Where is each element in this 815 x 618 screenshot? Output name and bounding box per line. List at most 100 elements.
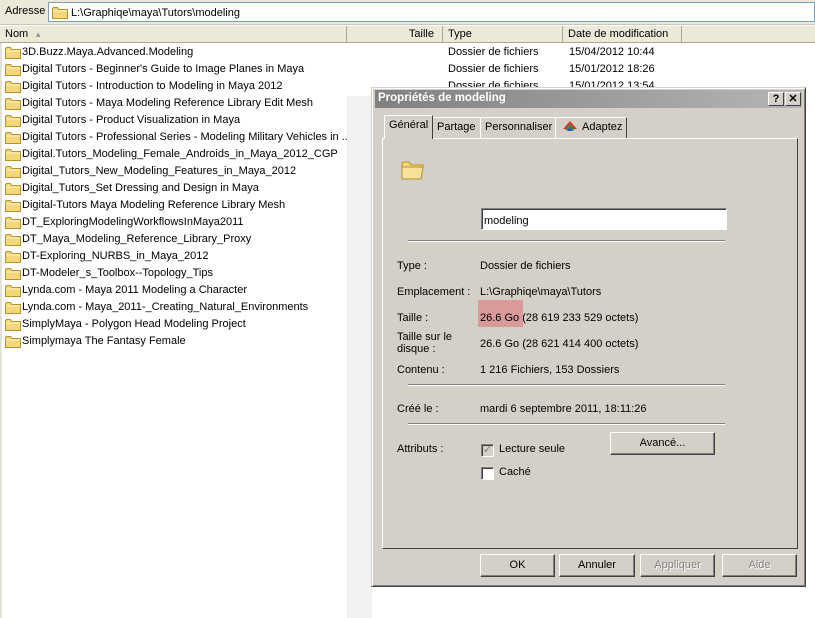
apply-button[interactable]: Appliquer xyxy=(640,554,715,577)
contents-value: 1 216 Fichiers, 153 Dossiers xyxy=(480,364,620,376)
advanced-button-label: Avancé... xyxy=(639,437,686,449)
column-header-name[interactable]: Nom ▲ xyxy=(0,26,347,43)
large-folder-icon xyxy=(401,161,424,180)
tab-general[interactable]: Général xyxy=(384,115,434,139)
folder-name-input[interactable] xyxy=(481,208,727,230)
contents-label: Contenu : xyxy=(397,364,445,376)
dialog-titlebar[interactable]: Propriétés de modeling ? ✕ xyxy=(375,90,802,108)
column-header-date[interactable]: Date de modification xyxy=(563,26,682,43)
tab-adaptez[interactable]: Adaptez xyxy=(555,117,628,138)
file-name: Digital Tutors - Professional Series - M… xyxy=(22,131,347,143)
sort-ascending-icon: ▲ xyxy=(34,30,43,39)
file-name: Digital_Tutors_New_Modeling_Features_in_… xyxy=(22,165,297,177)
list-item[interactable]: Digital_Tutors_Set Dressing and Design i… xyxy=(4,180,347,197)
list-item[interactable]: SimplyMaya - Polygon Head Modeling Proje… xyxy=(4,316,347,333)
folder-icon xyxy=(5,97,21,110)
list-item[interactable]: Digital.Tutors_Modeling_Female_Androids_… xyxy=(4,146,347,163)
size-value: 26.6 Go (28 619 233 529 octets) xyxy=(480,312,639,324)
file-name: SimplyMaya - Polygon Head Modeling Proje… xyxy=(22,318,246,330)
list-item[interactable]: Digital Tutors - Product Visualization i… xyxy=(4,112,347,129)
help-bottom-button-label: Aide xyxy=(748,559,771,571)
hidden-checkbox[interactable] xyxy=(481,467,494,480)
file-name: Digital Tutors - Beginner's Guide to Ima… xyxy=(22,63,305,75)
column-header-type[interactable]: Type xyxy=(443,26,563,43)
list-item[interactable]: Lynda.com - Maya 2011 Modeling a Charact… xyxy=(4,282,347,299)
list-item[interactable]: Digital_Tutors_New_Modeling_Features_in_… xyxy=(4,163,347,180)
list-item[interactable]: DT_Maya_Modeling_Reference_Library_Proxy xyxy=(4,231,347,248)
separator xyxy=(408,423,725,425)
folder-icon xyxy=(5,63,21,76)
location-value: L:\Graphiqe\maya\Tutors xyxy=(480,286,602,298)
separator xyxy=(408,240,725,242)
close-button[interactable]: ✕ xyxy=(785,92,801,106)
tab-customize[interactable]: Personnaliser xyxy=(480,117,558,138)
properties-dialog: Propriétés de modeling ? ✕ Général Parta… xyxy=(371,87,806,587)
file-name: Digital-Tutors Maya Modeling Reference L… xyxy=(22,199,286,211)
hidden-label: Caché xyxy=(499,466,531,478)
folder-icon xyxy=(5,165,21,178)
separator xyxy=(408,384,725,386)
help-button[interactable]: ? xyxy=(768,92,784,106)
address-field[interactable]: L:\Graphiqe\maya\Tutors\modeling xyxy=(48,2,815,22)
list-item[interactable]: Digital Tutors - Introduction to Modelin… xyxy=(4,78,347,95)
disk-size-value: 26.6 Go (28 621 414 400 octets) xyxy=(480,338,639,350)
folder-icon xyxy=(5,318,21,331)
folder-icon xyxy=(5,250,21,263)
file-date: 15/04/2012 10:44 xyxy=(569,46,655,58)
folder-icon xyxy=(5,148,21,161)
folder-icon xyxy=(5,114,21,127)
column-header-bar: Nom ▲ Taille Type Date de modification xyxy=(0,26,815,43)
cancel-button[interactable]: Annuler xyxy=(559,554,635,577)
folder-icon xyxy=(5,335,21,348)
list-item[interactable]: Simplymaya The Fantasy Female xyxy=(4,333,347,350)
file-name: DT_ExploringModelingWorkflowsInMaya2011 xyxy=(22,216,244,228)
list-left-border xyxy=(0,43,2,618)
folder-icon xyxy=(5,233,21,246)
location-label: Emplacement : xyxy=(397,286,471,298)
list-item[interactable]: DT-Exploring_NURBS_in_Maya_2012 xyxy=(4,248,347,265)
folder-icon xyxy=(5,284,21,297)
list-item[interactable]: Digital Tutors - Beginner's Guide to Ima… xyxy=(4,61,347,78)
help-bottom-button[interactable]: Aide xyxy=(722,554,797,577)
file-name: Digital.Tutors_Modeling_Female_Androids_… xyxy=(22,148,338,160)
list-item[interactable]: Digital-Tutors Maya Modeling Reference L… xyxy=(4,197,347,214)
column-header-size[interactable]: Taille xyxy=(347,26,443,43)
folder-icon xyxy=(5,267,21,280)
cancel-button-label: Annuler xyxy=(578,559,616,571)
folder-icon xyxy=(52,6,68,19)
list-item[interactable]: Digital Tutors - Professional Series - M… xyxy=(4,129,347,146)
folder-icon xyxy=(5,131,21,144)
advanced-button[interactable]: Avancé... xyxy=(610,432,715,455)
list-item[interactable]: Digital Tutors - Maya Modeling Reference… xyxy=(4,95,347,112)
column-header-size-label: Taille xyxy=(408,28,434,40)
list-item[interactable]: 3D.Buzz.Maya.Advanced.Modeling xyxy=(4,44,347,61)
address-label: Adresse xyxy=(5,5,46,17)
dialog-title: Propriétés de modeling xyxy=(378,92,506,104)
file-name: Simplymaya The Fantasy Female xyxy=(22,335,186,347)
file-name: Lynda.com - Maya_2011-_Creating_Natural_… xyxy=(22,301,309,313)
tab-sharing[interactable]: Partage xyxy=(432,117,481,138)
attributes-label: Attributs : xyxy=(397,443,444,455)
column-header-type-label: Type xyxy=(448,28,472,40)
type-value: Dossier de fichiers xyxy=(480,260,571,272)
ok-button[interactable]: OK xyxy=(480,554,555,577)
file-type: Dossier de fichiers xyxy=(448,46,539,58)
list-item[interactable]: DT_ExploringModelingWorkflowsInMaya2011 xyxy=(4,214,347,231)
file-name: Digital Tutors - Maya Modeling Reference… xyxy=(22,97,314,109)
file-list: 3D.Buzz.Maya.Advanced.Modeling Digital Tu… xyxy=(0,43,347,618)
readonly-checkbox[interactable]: ✓ xyxy=(481,444,494,457)
address-path: L:\Graphiqe\maya\Tutors\modeling xyxy=(71,7,240,19)
file-name: Digital Tutors - Introduction to Modelin… xyxy=(22,80,283,92)
file-name: Digital_Tutors_Set Dressing and Design i… xyxy=(22,182,259,194)
column-header-date-label: Date de modification xyxy=(568,28,669,40)
list-item[interactable]: DT-Modeler_s_Toolbox--Topology_Tips xyxy=(4,265,347,282)
created-value: mardi 6 septembre 2011, 18:11:26 xyxy=(480,403,647,415)
list-item[interactable]: Lynda.com - Maya_2011-_Creating_Natural_… xyxy=(4,299,347,316)
tab-adaptez-label: Adaptez xyxy=(582,121,623,133)
file-type: Dossier de fichiers xyxy=(448,63,539,75)
file-name: Lynda.com - Maya 2011 Modeling a Charact… xyxy=(22,284,248,296)
folder-icon xyxy=(5,46,21,59)
folder-icon xyxy=(5,182,21,195)
file-name: 3D.Buzz.Maya.Advanced.Modeling xyxy=(22,46,194,58)
general-tab-panel: Type : Dossier de fichiers Emplacement :… xyxy=(382,138,798,549)
